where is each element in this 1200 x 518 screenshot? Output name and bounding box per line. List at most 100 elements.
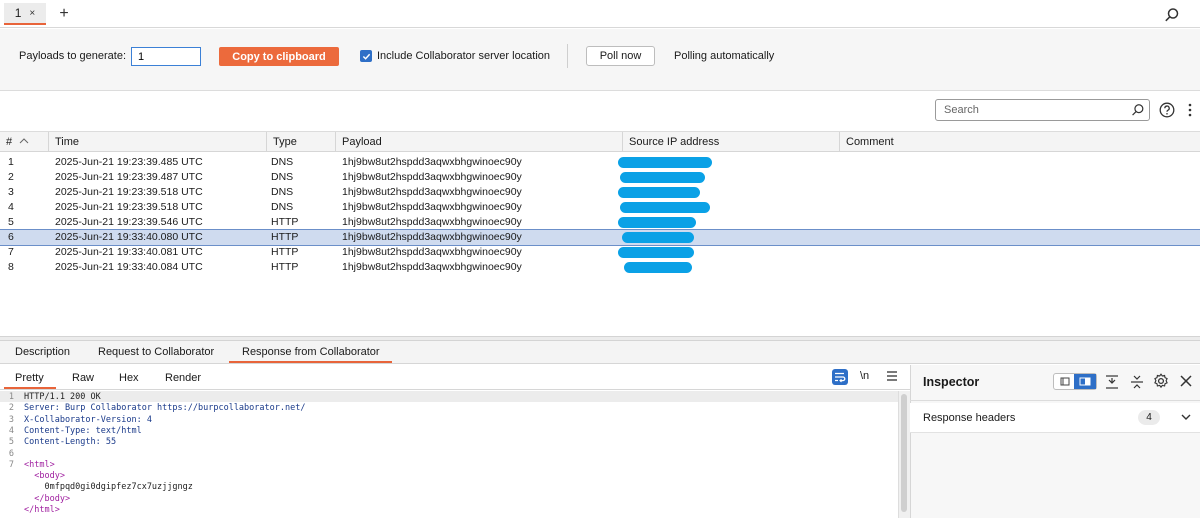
layout-toggle[interactable] bbox=[1053, 373, 1097, 390]
include-server-location-label[interactable]: Include Collaborator server location bbox=[377, 50, 550, 62]
menu-icon[interactable] bbox=[886, 369, 898, 383]
code-line: <html> bbox=[24, 459, 55, 470]
cell-type: DNS bbox=[271, 171, 294, 183]
cell-number: 4 bbox=[8, 201, 14, 213]
cell-payload: 1hj9bw8ut2hspdd3aqwxbhgwinoec90y bbox=[342, 246, 522, 258]
redacted-source-ip bbox=[618, 217, 696, 228]
table-row[interactable]: 2 2025-Jun-21 19:23:39.487 UTC DNS 1hj9bw8u… bbox=[0, 170, 1200, 185]
redacted-source-ip bbox=[624, 262, 692, 273]
copy-to-clipboard-button[interactable]: Copy to clipboard bbox=[219, 47, 339, 66]
cell-number: 7 bbox=[8, 246, 14, 258]
polling-status: Polling automatically bbox=[674, 50, 775, 62]
redacted-source-ip bbox=[618, 187, 700, 198]
response-editor[interactable]: 1 HTTP/1.1 200 OK 2 Server: Burp Collaborat… bbox=[0, 391, 898, 518]
show-newlines-toggle[interactable]: \n bbox=[860, 370, 869, 382]
code-line: Server: Burp Collaborator https://burpco… bbox=[24, 403, 306, 414]
search-box[interactable] bbox=[935, 99, 1150, 121]
tab-request-to-collaborator[interactable]: Request to Collaborator bbox=[98, 346, 214, 358]
column-label: # bbox=[6, 136, 13, 148]
cell-type: DNS bbox=[271, 201, 294, 213]
table-row[interactable]: 1 2025-Jun-21 19:23:39.485 UTC DNS 1hj9bw8u… bbox=[0, 155, 1200, 170]
table-row[interactable]: 3 2025-Jun-21 19:23:39.518 UTC DNS 1hj9bw8u… bbox=[0, 185, 1200, 200]
cell-time: 2025-Jun-21 19:33:40.080 UTC bbox=[55, 231, 203, 243]
code-line: HTTP/1.1 200 OK bbox=[24, 392, 101, 402]
redacted-source-ip bbox=[622, 232, 694, 243]
split-layout-icon[interactable] bbox=[1074, 374, 1096, 389]
code-line: </html> bbox=[24, 505, 60, 515]
tab-label: 1 bbox=[14, 6, 22, 20]
tab-render[interactable]: Render bbox=[165, 372, 201, 384]
cell-time: 2025-Jun-21 19:23:39.518 UTC bbox=[55, 186, 203, 198]
active-tab-indicator bbox=[4, 387, 56, 389]
cell-payload: 1hj9bw8ut2hspdd3aqwxbhgwinoec90y bbox=[342, 186, 522, 198]
search-icon[interactable] bbox=[1164, 7, 1180, 23]
column-header-type[interactable]: Type bbox=[267, 132, 336, 152]
tab-1[interactable]: 1 × bbox=[4, 3, 46, 25]
active-tab-indicator bbox=[229, 361, 392, 363]
cell-type: HTTP bbox=[271, 246, 299, 258]
tab-strip bbox=[0, 0, 1200, 28]
line-number: 1 bbox=[8, 392, 14, 402]
help-icon[interactable] bbox=[1159, 102, 1175, 118]
cell-payload: 1hj9bw8ut2hspdd3aqwxbhgwinoec90y bbox=[342, 156, 522, 168]
chevron-down-icon[interactable] bbox=[1181, 412, 1191, 422]
cell-payload: 1hj9bw8ut2hspdd3aqwxbhgwinoec90y bbox=[342, 216, 522, 228]
code-line: X-Collaborator-Version: 4 bbox=[24, 414, 152, 425]
redacted-source-ip bbox=[618, 247, 694, 258]
cell-payload: 1hj9bw8ut2hspdd3aqwxbhgwinoec90y bbox=[342, 261, 522, 273]
line-number: 2 bbox=[8, 403, 14, 414]
payloads-label: Payloads to generate: bbox=[19, 50, 127, 62]
tab-hex[interactable]: Hex bbox=[119, 372, 139, 384]
line-number: 6 bbox=[8, 448, 14, 459]
cell-number: 2 bbox=[8, 171, 14, 183]
table-row[interactable]: 6 2025-Jun-21 19:33:40.080 UTC HTTP 1hj9bw8… bbox=[0, 229, 1200, 246]
add-tab-button[interactable]: + bbox=[56, 3, 72, 25]
close-icon[interactable]: × bbox=[29, 8, 35, 19]
tab-pretty[interactable]: Pretty bbox=[15, 372, 44, 384]
tab-response-from-collaborator[interactable]: Response from Collaborator bbox=[242, 346, 380, 358]
response-headers-label[interactable]: Response headers bbox=[923, 412, 1015, 424]
cell-time: 2025-Jun-21 19:23:39.485 UTC bbox=[55, 156, 203, 168]
close-icon[interactable] bbox=[1180, 375, 1192, 387]
redacted-source-ip bbox=[620, 172, 705, 183]
editor-scrollbar-thumb[interactable] bbox=[901, 394, 907, 512]
table-row[interactable]: 4 2025-Jun-21 19:23:39.518 UTC DNS 1hj9bw8u… bbox=[0, 200, 1200, 215]
gear-icon[interactable] bbox=[1153, 373, 1169, 389]
payloads-count-input[interactable] bbox=[131, 47, 201, 66]
cell-type: DNS bbox=[271, 156, 294, 168]
search-input[interactable] bbox=[944, 103, 1124, 117]
column-header-payload[interactable]: Payload bbox=[336, 132, 623, 152]
collapse-all-icon[interactable] bbox=[1130, 374, 1144, 390]
divider bbox=[567, 44, 568, 68]
poll-now-button[interactable]: Poll now bbox=[586, 46, 655, 66]
search-icon[interactable] bbox=[1131, 103, 1145, 117]
cell-number: 8 bbox=[8, 261, 14, 273]
cell-number: 3 bbox=[8, 186, 14, 198]
table-row[interactable]: 5 2025-Jun-21 19:23:39.546 UTC HTTP 1hj9bw8… bbox=[0, 215, 1200, 230]
cell-time: 2025-Jun-21 19:33:40.081 UTC bbox=[55, 246, 203, 258]
tab-description[interactable]: Description bbox=[15, 346, 70, 358]
table-row[interactable]: 7 2025-Jun-21 19:33:40.081 UTC HTTP 1hj9bw8… bbox=[0, 245, 1200, 260]
column-header-source-ip[interactable]: Source IP address bbox=[623, 132, 840, 152]
divider bbox=[910, 400, 1200, 401]
cell-time: 2025-Jun-21 19:23:39.518 UTC bbox=[55, 201, 203, 213]
cell-number: 5 bbox=[8, 216, 14, 228]
table-row[interactable]: 8 2025-Jun-21 19:33:40.084 UTC HTTP 1hj9bw8… bbox=[0, 260, 1200, 275]
word-wrap-icon[interactable] bbox=[832, 369, 848, 385]
code-line: <body> bbox=[24, 471, 65, 482]
cell-payload: 1hj9bw8ut2hspdd3aqwxbhgwinoec90y bbox=[342, 201, 522, 213]
cell-number: 6 bbox=[8, 231, 14, 243]
line-number: 3 bbox=[8, 414, 14, 425]
column-header-comment[interactable]: Comment bbox=[840, 132, 1200, 152]
column-header-time[interactable]: Time bbox=[49, 132, 267, 152]
tab-raw[interactable]: Raw bbox=[72, 372, 94, 384]
list-layout-icon[interactable] bbox=[1054, 374, 1076, 389]
cell-payload: 1hj9bw8ut2hspdd3aqwxbhgwinoec90y bbox=[342, 231, 522, 243]
code-line: Content-Type: text/html bbox=[24, 425, 142, 436]
code-line: Content-Length: 55 bbox=[24, 437, 117, 448]
cell-payload: 1hj9bw8ut2hspdd3aqwxbhgwinoec90y bbox=[342, 171, 522, 183]
expand-all-icon[interactable] bbox=[1105, 374, 1119, 390]
column-header-number[interactable]: # bbox=[0, 132, 49, 152]
include-server-location-checkbox[interactable] bbox=[360, 50, 372, 62]
more-options-icon[interactable] bbox=[1187, 102, 1193, 118]
